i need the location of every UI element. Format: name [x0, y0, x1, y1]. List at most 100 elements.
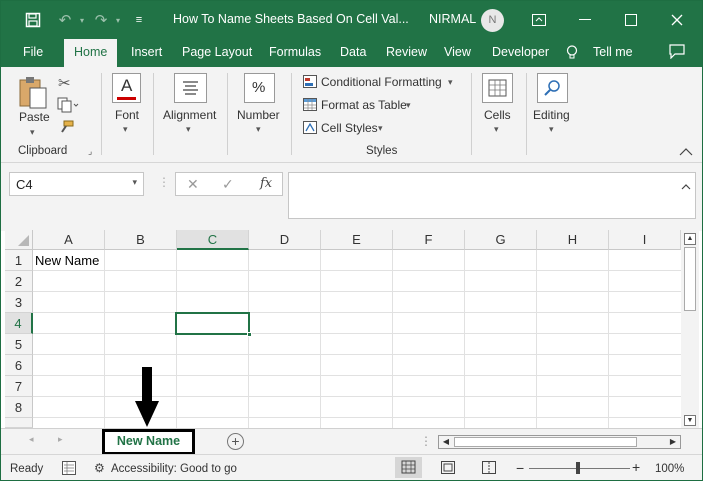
tab-review[interactable]: Review: [386, 45, 427, 59]
redo-icon[interactable]: ↷: [89, 1, 113, 39]
next-sheet-icon[interactable]: ▸: [58, 434, 63, 445]
paste-icon[interactable]: [18, 75, 48, 114]
sheet-tab-new-name[interactable]: New Name: [102, 429, 195, 455]
save-icon[interactable]: [21, 1, 45, 39]
comments-icon[interactable]: [669, 44, 685, 62]
lightbulb-icon[interactable]: [566, 45, 578, 63]
format-painter-icon[interactable]: [58, 120, 74, 139]
previous-sheet-icon[interactable]: ◂: [29, 434, 34, 445]
row-header-2[interactable]: 2: [5, 271, 33, 292]
number-dropdown-icon[interactable]: ▾: [256, 124, 261, 135]
accessibility-icon[interactable]: ⚙: [94, 461, 105, 475]
cell-styles-dropdown-icon[interactable]: ▾: [378, 123, 383, 134]
page-layout-view-icon[interactable]: [441, 461, 455, 479]
normal-view-button[interactable]: [395, 457, 422, 478]
horizontal-scrollbar[interactable]: ◀ ▶: [438, 435, 681, 449]
expand-formula-bar-icon[interactable]: [681, 177, 691, 195]
insert-function-icon[interactable]: fx: [260, 176, 272, 191]
tab-split-grip-icon[interactable]: ⋮: [420, 434, 432, 448]
column-header-i[interactable]: I: [609, 230, 681, 250]
enter-icon[interactable]: ✓: [222, 176, 234, 193]
minimize-icon[interactable]: [565, 1, 605, 39]
clipboard-launcher-icon[interactable]: ⌟: [88, 146, 92, 157]
formula-input[interactable]: [288, 172, 696, 219]
column-header-a[interactable]: A: [33, 230, 105, 250]
tab-insert[interactable]: Insert: [131, 45, 162, 59]
zoom-slider-thumb[interactable]: [576, 462, 580, 474]
select-all-button[interactable]: [5, 230, 33, 250]
column-header-g[interactable]: G: [465, 230, 537, 250]
conditional-formatting-icon[interactable]: [303, 75, 317, 93]
collapse-ribbon-icon[interactable]: [679, 143, 693, 161]
cancel-icon[interactable]: ✕: [187, 176, 199, 193]
avatar[interactable]: N: [481, 9, 504, 32]
fill-handle[interactable]: [247, 332, 252, 337]
add-sheet-icon[interactable]: +: [227, 433, 244, 450]
tab-page-layout[interactable]: Page Layout: [182, 45, 252, 59]
copy-icon[interactable]: [57, 97, 79, 118]
cell-styles-icon[interactable]: [303, 121, 317, 139]
horizontal-scroll-thumb[interactable]: [454, 437, 637, 447]
font-icon[interactable]: A: [112, 73, 141, 103]
editing-button[interactable]: Editing: [533, 108, 570, 122]
format-as-table-dropdown-icon[interactable]: ▾: [406, 100, 411, 111]
paste-dropdown-icon[interactable]: ▾: [30, 127, 35, 138]
cells-button[interactable]: Cells: [484, 108, 511, 122]
format-as-table-button[interactable]: Format as Table: [321, 98, 407, 112]
name-box[interactable]: C4 ▾: [9, 172, 144, 196]
page-break-view-icon[interactable]: [482, 461, 496, 479]
scroll-right-icon[interactable]: ▶: [667, 436, 679, 448]
worksheet-grid[interactable]: A B C D E F G H I 1 2 3 4 5 6 7 8 New Na…: [5, 230, 681, 428]
zoom-level[interactable]: 100%: [655, 463, 684, 475]
name-box-dropdown-icon[interactable]: ▾: [132, 177, 137, 188]
ribbon-display-icon[interactable]: [519, 1, 559, 39]
close-icon[interactable]: [657, 1, 697, 39]
vertical-scrollbar[interactable]: ▲ ▼: [681, 230, 699, 428]
macro-record-icon[interactable]: [62, 461, 76, 480]
row-header-8[interactable]: 8: [5, 397, 33, 418]
row-header-9[interactable]: [5, 418, 33, 428]
alignment-button[interactable]: Alignment: [163, 108, 216, 122]
tab-file[interactable]: File: [23, 45, 43, 59]
alignment-dropdown-icon[interactable]: ▾: [186, 124, 191, 135]
restore-icon[interactable]: [611, 1, 651, 39]
row-header-4[interactable]: 4: [5, 313, 33, 334]
conditional-formatting-button[interactable]: Conditional Formatting: [321, 75, 442, 89]
cell-styles-button[interactable]: Cell Styles: [321, 121, 378, 135]
conditional-formatting-dropdown-icon[interactable]: ▾: [448, 77, 453, 88]
scroll-up-icon[interactable]: ▲: [684, 233, 696, 245]
cells-dropdown-icon[interactable]: ▾: [494, 124, 499, 135]
scroll-down-icon[interactable]: ▼: [684, 415, 696, 426]
redo-dropdown-icon[interactable]: ▾: [113, 1, 123, 39]
format-as-table-icon[interactable]: [303, 98, 317, 116]
tab-home[interactable]: Home: [64, 39, 118, 67]
row-header-7[interactable]: 7: [5, 376, 33, 397]
cell-a1[interactable]: New Name: [35, 253, 99, 268]
customize-qat-icon[interactable]: ≡: [131, 1, 147, 39]
column-header-f[interactable]: F: [393, 230, 465, 250]
row-header-6[interactable]: 6: [5, 355, 33, 376]
tell-me-search[interactable]: Tell me: [593, 45, 633, 59]
row-header-1[interactable]: 1: [5, 250, 33, 271]
editing-dropdown-icon[interactable]: ▾: [549, 124, 554, 135]
tab-view[interactable]: View: [444, 45, 471, 59]
row-header-3[interactable]: 3: [5, 292, 33, 313]
tab-formulas[interactable]: Formulas: [269, 45, 321, 59]
font-button[interactable]: Font: [115, 108, 139, 122]
tab-developer[interactable]: Developer: [492, 45, 549, 59]
accessibility-status[interactable]: Accessibility: Good to go: [111, 463, 237, 475]
alignment-icon[interactable]: [174, 73, 207, 103]
number-button[interactable]: Number: [237, 108, 280, 122]
undo-dropdown-icon[interactable]: ▾: [77, 1, 87, 39]
column-header-d[interactable]: D: [249, 230, 321, 250]
search-icon[interactable]: [537, 73, 568, 103]
tab-data[interactable]: Data: [340, 45, 366, 59]
scroll-left-icon[interactable]: ◀: [440, 436, 452, 448]
vertical-scroll-thumb[interactable]: [684, 247, 696, 311]
undo-icon[interactable]: ↶: [53, 1, 77, 39]
column-header-e[interactable]: E: [321, 230, 393, 250]
percent-icon[interactable]: %: [244, 73, 275, 103]
column-header-c[interactable]: C: [177, 230, 249, 250]
cells-icon[interactable]: [482, 73, 513, 103]
paste-button[interactable]: Paste: [19, 110, 50, 124]
